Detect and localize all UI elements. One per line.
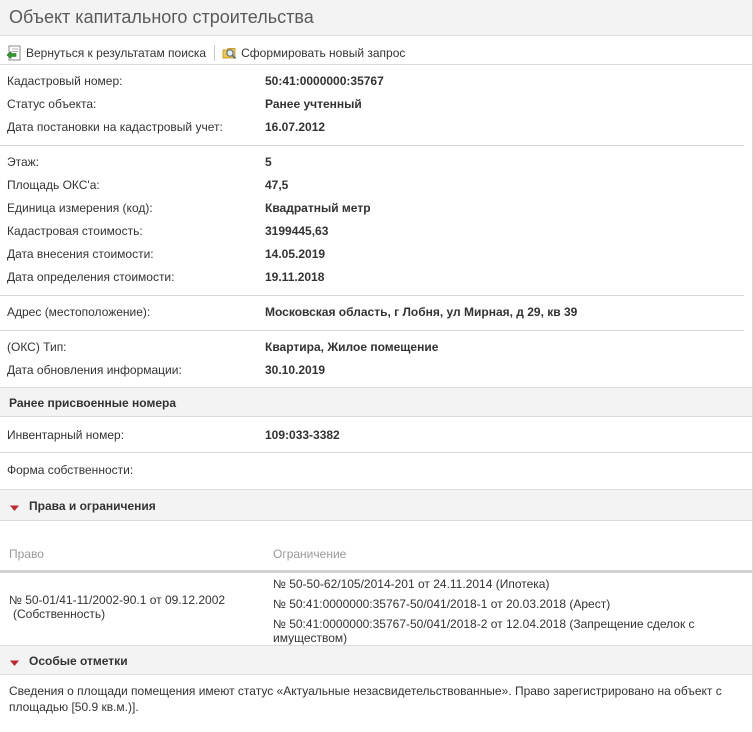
section-prev-numbers: Инвентарный номер: 109:033-3382: [0, 417, 752, 452]
field-label: Кадастровый номер:: [7, 74, 123, 88]
field-value: Ранее учтенный: [265, 97, 362, 111]
field-label: Дата обновления информации:: [7, 363, 182, 377]
field-label: Форма собственности:: [7, 463, 134, 477]
inventory-number-value: 109:033-3382: [265, 428, 340, 442]
field-label: Кадастровая стоимость:: [7, 224, 143, 238]
column-header-right: Право: [9, 547, 44, 561]
field-label: Дата постановки на кадастровый учет:: [7, 120, 223, 134]
triangle-down-icon: [10, 502, 19, 511]
field-row: (ОКС) Тип: Квартира, Жилое помещение: [0, 336, 752, 359]
field-row: Инвентарный номер: 109:033-3382: [0, 424, 752, 447]
section-ownership: Форма собственности:: [0, 453, 752, 489]
right-number: № 50-01/41-11/2002-90.1 от 09.12.2002: [9, 593, 226, 607]
field-value: Квартира, Жилое помещение: [265, 340, 439, 354]
field-row: Единица измерения (код): Квадратный метр: [0, 197, 752, 220]
triangle-down-icon: [10, 657, 19, 666]
arrow-back-icon: [6, 45, 22, 61]
field-row: Площадь ОКС'а: 47,5: [0, 174, 752, 197]
field-row: Этаж: 5: [0, 151, 752, 174]
limit-cell: № 50-50-62/105/2014-201 от 24.11.2014 (И…: [273, 577, 743, 645]
address-value: Московская область, г Лобня, ул Мирная, …: [265, 305, 578, 319]
field-label: Этаж:: [7, 155, 40, 169]
field-label: (ОКС) Тип:: [7, 340, 67, 354]
section-characteristics: Этаж: 5 Площадь ОКС'а: 47,5 Единица изме…: [0, 146, 752, 289]
field-value: 47,5: [265, 178, 289, 192]
field-row: Кадастровый номер: 50:41:0000000:35767: [0, 70, 752, 93]
section-main-info: Кадастровый номер: 50:41:0000000:35767 С…: [0, 65, 752, 139]
right-cell: № 50-01/41-11/2002-90.1 от 09.12.2002 (С…: [9, 593, 225, 621]
notes-text: Сведения о площади помещения имеют стату…: [9, 684, 722, 714]
field-value: Квадратный метр: [265, 201, 371, 215]
field-row: Дата определения стоимости: 19.11.2018: [0, 266, 752, 289]
field-label: Единица измерения (код):: [7, 201, 153, 215]
notes-header: Особые отметки: [29, 654, 128, 668]
new-query-button[interactable]: Сформировать новый запрос: [221, 45, 405, 62]
field-value: 3199445,63: [265, 224, 329, 238]
rights-section-toggle[interactable]: Права и ограничения: [0, 489, 752, 521]
page: Объект капитального строительства Вернут…: [0, 0, 753, 732]
limit-item: № 50:41:0000000:35767-50/041/2018-1 от 2…: [273, 597, 611, 611]
limit-item: № 50-50-62/105/2014-201 от 24.11.2014 (И…: [273, 577, 550, 591]
toolbar: Вернуться к результатам поиска Сформиров…: [0, 36, 752, 65]
section-type: (ОКС) Тип: Квартира, Жилое помещение Дат…: [0, 331, 752, 382]
rights-header: Права и ограничения: [29, 499, 156, 513]
rights-table-header: Право Ограничение: [0, 538, 752, 573]
field-row: Форма собственности:: [0, 459, 752, 482]
field-value: 16.07.2012: [265, 120, 326, 134]
limit-item: № 50:41:0000000:35767-50/041/2018-2 от 1…: [273, 617, 695, 645]
field-label: Дата внесения стоимости:: [7, 247, 154, 261]
field-label: Дата определения стоимости:: [7, 270, 175, 284]
field-label: Инвентарный номер:: [7, 428, 125, 442]
right-type: (Собственность): [13, 607, 106, 621]
field-label: Адрес (местоположение):: [7, 305, 151, 319]
back-to-results-label: Вернуться к результатам поиска: [26, 46, 207, 60]
back-to-results-button[interactable]: Вернуться к результатам поиска: [6, 45, 206, 62]
field-label: Статус объекта:: [7, 97, 97, 111]
page-title: Объект капитального строительства: [0, 0, 752, 36]
field-value: 50:41:0000000:35767: [265, 74, 384, 88]
field-label: Площадь ОКС'а:: [7, 178, 100, 192]
field-row: Дата внесения стоимости: 14.05.2019: [0, 243, 752, 266]
field-value: 30.10.2019: [265, 363, 326, 377]
field-row: Кадастровая стоимость: 3199445,63: [0, 220, 752, 243]
toolbar-separator: [214, 45, 216, 61]
field-row: Адрес (местоположение): Московская облас…: [0, 301, 752, 324]
field-value: 5: [265, 155, 272, 169]
section-address: Адрес (местоположение): Московская облас…: [0, 296, 752, 324]
prev-numbers-header: Ранее присвоенные номера: [0, 387, 752, 417]
new-query-label: Сформировать новый запрос: [241, 46, 406, 60]
magnifier-query-icon: [221, 45, 237, 61]
field-row: Статус объекта: Ранее учтенный: [0, 93, 752, 116]
field-value: 19.11.2018: [265, 270, 325, 284]
notes-section-toggle[interactable]: Особые отметки: [0, 645, 752, 675]
field-value: 14.05.2019: [265, 247, 326, 261]
column-header-limit: Ограничение: [273, 547, 347, 561]
field-row: Дата обновления информации: 30.10.2019: [0, 359, 752, 382]
table-row: № 50-01/41-11/2002-90.1 от 09.12.2002 (С…: [0, 573, 752, 645]
field-row: Дата постановки на кадастровый учет: 16.…: [0, 116, 752, 139]
rights-table: Право Ограничение № 50-01/41-11/2002-90.…: [0, 538, 752, 645]
